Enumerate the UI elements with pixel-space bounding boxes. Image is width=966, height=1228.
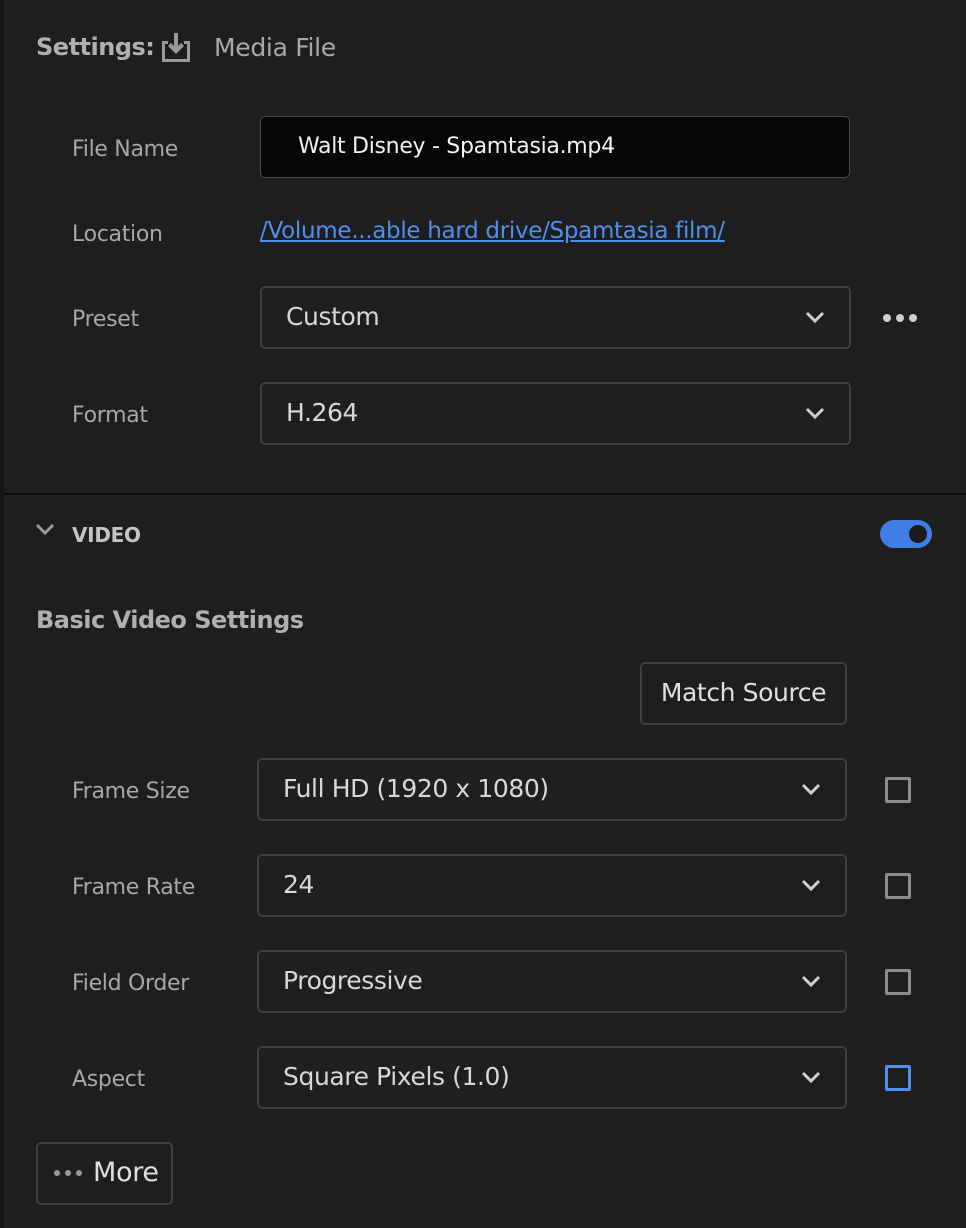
- section-divider: [4, 493, 966, 495]
- preset-label: Preset: [72, 307, 139, 332]
- export-icon: [162, 33, 190, 62]
- more-label: More: [93, 1157, 159, 1188]
- field-order-checkbox[interactable]: [885, 969, 911, 995]
- settings-title: Settings:: [36, 33, 155, 61]
- frame-rate-dropdown[interactable]: 24: [257, 854, 847, 917]
- aspect-checkbox[interactable]: [885, 1065, 911, 1091]
- location-label: Location: [72, 222, 163, 247]
- frame-size-label: Frame Size: [72, 779, 190, 804]
- more-options-icon[interactable]: [882, 312, 918, 324]
- file-name-input[interactable]: Walt Disney - Spamtasia.mp4: [260, 116, 850, 178]
- media-file-label: Media File: [214, 33, 336, 62]
- chevron-down-icon: [801, 879, 821, 892]
- panel-left-edge: [0, 0, 4, 1228]
- more-button[interactable]: More: [36, 1142, 173, 1205]
- location-link[interactable]: /Volume...able hard drive/Spamtasia film…: [260, 218, 725, 244]
- format-dropdown[interactable]: H.264: [260, 382, 851, 445]
- toggle-knob: [909, 525, 927, 543]
- match-source-button[interactable]: Match Source: [640, 662, 847, 725]
- frame-size-checkbox[interactable]: [885, 777, 911, 803]
- frame-rate-checkbox[interactable]: [885, 873, 911, 899]
- chevron-down-icon: [801, 975, 821, 988]
- preset-value: Custom: [286, 302, 380, 331]
- aspect-value: Square Pixels (1.0): [283, 1062, 510, 1091]
- field-order-value: Progressive: [283, 966, 423, 995]
- chevron-down-icon: [805, 407, 825, 420]
- frame-size-dropdown[interactable]: Full HD (1920 x 1080): [257, 758, 847, 821]
- frame-size-value: Full HD (1920 x 1080): [283, 774, 549, 803]
- frame-rate-value: 24: [283, 870, 315, 899]
- chevron-down-icon: [801, 1071, 821, 1084]
- field-order-dropdown[interactable]: Progressive: [257, 950, 847, 1013]
- preset-dropdown[interactable]: Custom: [260, 286, 851, 349]
- basic-video-settings-title: Basic Video Settings: [36, 606, 304, 634]
- aspect-dropdown[interactable]: Square Pixels (1.0): [257, 1046, 847, 1109]
- ellipsis-icon: [54, 1170, 82, 1176]
- frame-rate-label: Frame Rate: [72, 875, 195, 900]
- aspect-label: Aspect: [72, 1067, 145, 1092]
- field-order-label: Field Order: [72, 971, 189, 996]
- format-value: H.264: [286, 398, 359, 427]
- chevron-down-icon: [801, 783, 821, 796]
- format-label: Format: [72, 403, 148, 428]
- file-name-label: File Name: [72, 137, 179, 162]
- chevron-down-icon: [805, 311, 825, 324]
- collapse-chevron-icon[interactable]: [34, 522, 56, 538]
- video-section-title[interactable]: VIDEO: [72, 523, 141, 547]
- video-toggle[interactable]: [880, 520, 932, 548]
